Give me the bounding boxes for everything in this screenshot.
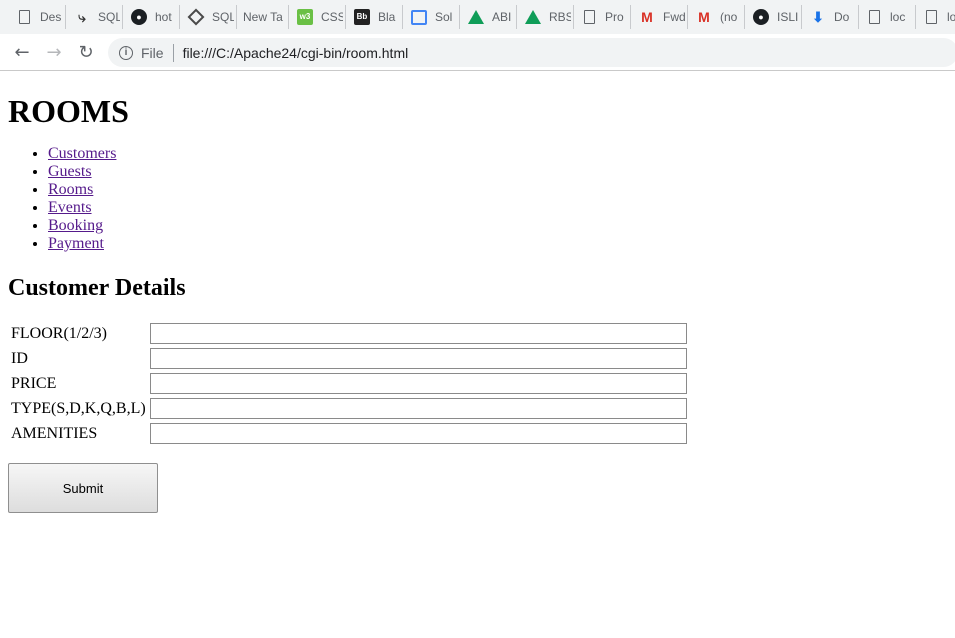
- bookmark-item[interactable]: M Fwd: [631, 5, 688, 29]
- bookmark-item[interactable]: ● hot: [123, 5, 180, 29]
- github-icon: ●: [753, 9, 769, 25]
- list-item: Payment: [48, 235, 948, 253]
- page-icon: [869, 10, 880, 24]
- field-label: PRICE: [11, 374, 57, 392]
- bookmark-item[interactable]: RBS: [517, 5, 574, 29]
- link-guests[interactable]: Guests: [48, 163, 92, 180]
- slides-icon: [411, 9, 427, 25]
- blackboard-icon: Bb: [354, 9, 370, 25]
- list-item: Events: [48, 199, 948, 217]
- bookmark-item[interactable]: ⤷ SQL: [66, 5, 123, 29]
- section-title: Customer Details: [8, 275, 186, 301]
- list-item: Customers: [48, 145, 948, 163]
- page-icon: [926, 10, 937, 24]
- field-label: FLOOR(1/2/3): [11, 324, 107, 342]
- gmail-icon: M: [698, 9, 710, 25]
- floor-input[interactable]: [149, 323, 687, 344]
- scheme-label: File: [141, 44, 164, 61]
- table-row: PRICE: [10, 372, 688, 395]
- bookmark-item[interactable]: M (no: [688, 5, 745, 29]
- page-title: ROOMS: [8, 93, 129, 129]
- bookmarks-bar: Des ⤷SQL ●hot SQL New Tab w3CSS BbBla So…: [0, 0, 955, 34]
- page-icon: [584, 10, 595, 24]
- table-row: FLOOR(1/2/3): [10, 322, 688, 345]
- github-icon: ●: [131, 9, 147, 25]
- bookmark-item[interactable]: w3CSS: [289, 5, 346, 29]
- bookmark-item[interactable]: Des: [9, 5, 66, 29]
- link-payment[interactable]: Payment: [48, 235, 104, 252]
- address-bar[interactable]: i File file:///C:/Apache24/cgi-bin/room.…: [108, 38, 955, 67]
- table-row: ID: [10, 347, 688, 370]
- bookmark-item[interactable]: ⬇ Do: [802, 5, 859, 29]
- bookmark-item[interactable]: ABI: [460, 5, 517, 29]
- forward-button[interactable]: →: [38, 36, 70, 68]
- divider: [172, 43, 174, 62]
- link-customers[interactable]: Customers: [48, 145, 116, 162]
- bookmark-item[interactable]: New Tab: [237, 5, 289, 29]
- type-input[interactable]: [149, 398, 687, 419]
- bookmark-item[interactable]: Pro: [574, 5, 631, 29]
- download-icon: ⬇: [812, 9, 824, 25]
- sqlite-icon: ⤷: [78, 9, 86, 25]
- gmail-icon: M: [641, 9, 653, 25]
- table-row: AMENITIES: [10, 422, 688, 445]
- list-item: Rooms: [48, 181, 948, 199]
- link-events[interactable]: Events: [48, 199, 92, 216]
- drive-icon: [468, 10, 484, 24]
- table-row: TYPE(S,D,K,Q,B,L): [10, 397, 688, 420]
- link-rooms[interactable]: Rooms: [48, 181, 93, 198]
- page-icon: [19, 10, 30, 24]
- info-icon[interactable]: i: [119, 45, 133, 60]
- list-item: Booking: [48, 217, 948, 235]
- submit-button[interactable]: Submit: [8, 463, 158, 513]
- bookmark-item[interactable]: SQL: [180, 5, 237, 29]
- diamond-icon: [187, 8, 205, 26]
- w3schools-icon: w3: [297, 9, 313, 25]
- amenities-input[interactable]: [149, 423, 687, 444]
- bookmark-item[interactable]: Bb Bla: [346, 5, 403, 29]
- id-input[interactable]: [149, 348, 687, 369]
- link-booking[interactable]: Booking: [48, 217, 103, 234]
- browser-toolbar: ← → ↻ i File file:///C:/Apache24/cgi-bin…: [0, 34, 955, 71]
- bookmark-item[interactable]: Sol: [403, 5, 460, 29]
- form-table: FLOOR(1/2/3) ID PRICE TYPE(S,D,K,Q,B,L) …: [8, 320, 690, 447]
- nav-list: Customers Guests Rooms Events Booking Pa…: [8, 145, 948, 253]
- field-label: TYPE(S,D,K,Q,B,L): [11, 399, 146, 417]
- drive-icon: [525, 10, 541, 24]
- field-label: AMENITIES: [11, 424, 98, 442]
- back-button[interactable]: ←: [6, 36, 38, 68]
- bookmark-item[interactable]: lo: [916, 5, 955, 29]
- page-content: ROOMS Customers Guests Rooms Events Book…: [8, 71, 948, 513]
- field-label: ID: [11, 349, 28, 367]
- bookmark-item[interactable]: ● ISLI: [745, 5, 802, 29]
- reload-button[interactable]: ↻: [70, 36, 102, 68]
- url-text[interactable]: file:///C:/Apache24/cgi-bin/room.html: [183, 45, 409, 61]
- list-item: Guests: [48, 163, 948, 181]
- bookmark-item[interactable]: loc: [859, 5, 916, 29]
- price-input[interactable]: [149, 373, 687, 394]
